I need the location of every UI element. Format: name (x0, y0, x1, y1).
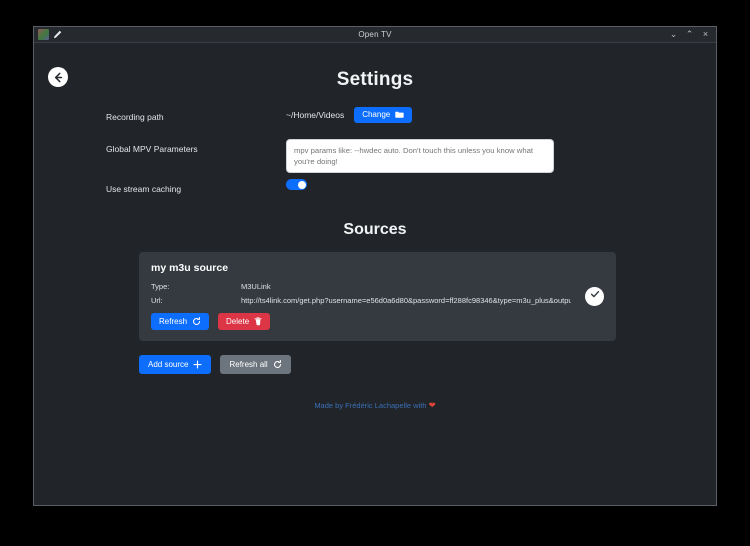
pencil-icon (52, 29, 63, 40)
source-type-row: Type: M3ULink (151, 282, 571, 291)
refresh-source-button[interactable]: Refresh (151, 313, 210, 331)
stream-caching-label: Use stream caching (106, 184, 182, 195)
sources-bottom-actions: Add source Refresh all (139, 355, 716, 375)
back-button[interactable] (48, 67, 68, 87)
app-window: Open TV ⌄ ⌃ × Settings Recording path ~/… (33, 26, 717, 506)
source-url-value: http://ts4link.com/get.php?username=e56d… (241, 296, 571, 306)
plus-icon (193, 360, 202, 369)
window-titlebar[interactable]: Open TV ⌄ ⌃ × (34, 27, 716, 43)
source-type-label: Type: (151, 282, 170, 292)
titlebar-icons (34, 29, 63, 40)
delete-source-button[interactable]: Delete (218, 313, 271, 331)
recording-path-value: ~/Home/Videos (286, 110, 345, 120)
toggle-knob (297, 180, 306, 189)
setting-row-stream-caching: Use stream caching (106, 179, 676, 205)
add-source-button[interactable]: Add source (139, 355, 212, 375)
add-source-label: Add source (148, 359, 189, 369)
recording-path-label: Recording path (106, 112, 164, 122)
mpv-parameters-input[interactable] (286, 139, 554, 174)
mpv-parameters-value-group (286, 139, 676, 174)
stream-caching-toggle[interactable] (286, 179, 307, 191)
window-title: Open TV (358, 30, 392, 39)
setting-row-mpv-parameters: Global MPV Parameters (106, 139, 676, 174)
recording-path-value-group: ~/Home/Videos Change (286, 107, 676, 123)
refresh-all-button[interactable]: Refresh all (220, 355, 291, 375)
footer-credit[interactable]: Made by Frédéric Lachapelle with ❤ (34, 400, 716, 411)
maximize-button[interactable]: ⌃ (685, 30, 694, 39)
refresh-all-label: Refresh all (229, 359, 268, 369)
footer-text: Made by Frédéric Lachapelle with (314, 401, 427, 411)
source-type-value: M3ULink (241, 282, 271, 292)
source-card-details: my m3u source Type: M3ULink Url: http://… (151, 262, 571, 331)
page-title: Settings (336, 69, 414, 90)
refresh-icon (192, 317, 201, 326)
desktop-background: Open TV ⌄ ⌃ × Settings Recording path ~/… (0, 0, 750, 546)
folder-icon (395, 111, 404, 119)
refresh-icon (273, 360, 282, 369)
app-icon (38, 29, 49, 40)
mpv-parameters-label: Global MPV Parameters (106, 144, 198, 154)
trash-icon (254, 317, 262, 326)
close-button[interactable]: × (701, 30, 710, 39)
source-enabled-toggle[interactable] (585, 286, 604, 306)
arrow-left-icon (52, 71, 65, 84)
heart-icon: ❤ (428, 400, 436, 411)
setting-row-recording-path: Recording path ~/Home/Videos Change (106, 107, 676, 133)
check-icon (589, 287, 601, 305)
source-card: my m3u source Type: M3ULink Url: http://… (139, 252, 616, 342)
source-url-row: Url: http://ts4link.com/get.php?username… (151, 296, 571, 305)
window-controls: ⌄ ⌃ × (669, 30, 716, 39)
settings-list: Recording path ~/Home/Videos Change Glob… (34, 107, 716, 205)
stream-caching-value-group (286, 179, 676, 191)
source-url-label: Url: (151, 296, 163, 306)
minimize-button[interactable]: ⌄ (669, 30, 678, 39)
settings-page: Settings Recording path ~/Home/Videos Ch… (34, 43, 716, 505)
source-actions: Refresh Delete (151, 313, 571, 331)
refresh-button-label: Refresh (159, 316, 188, 326)
source-name: my m3u source (151, 262, 229, 275)
sources-title: Sources (343, 221, 407, 239)
change-button-label: Change (362, 110, 391, 119)
delete-button-label: Delete (226, 316, 250, 326)
change-recording-path-button[interactable]: Change (354, 107, 413, 123)
